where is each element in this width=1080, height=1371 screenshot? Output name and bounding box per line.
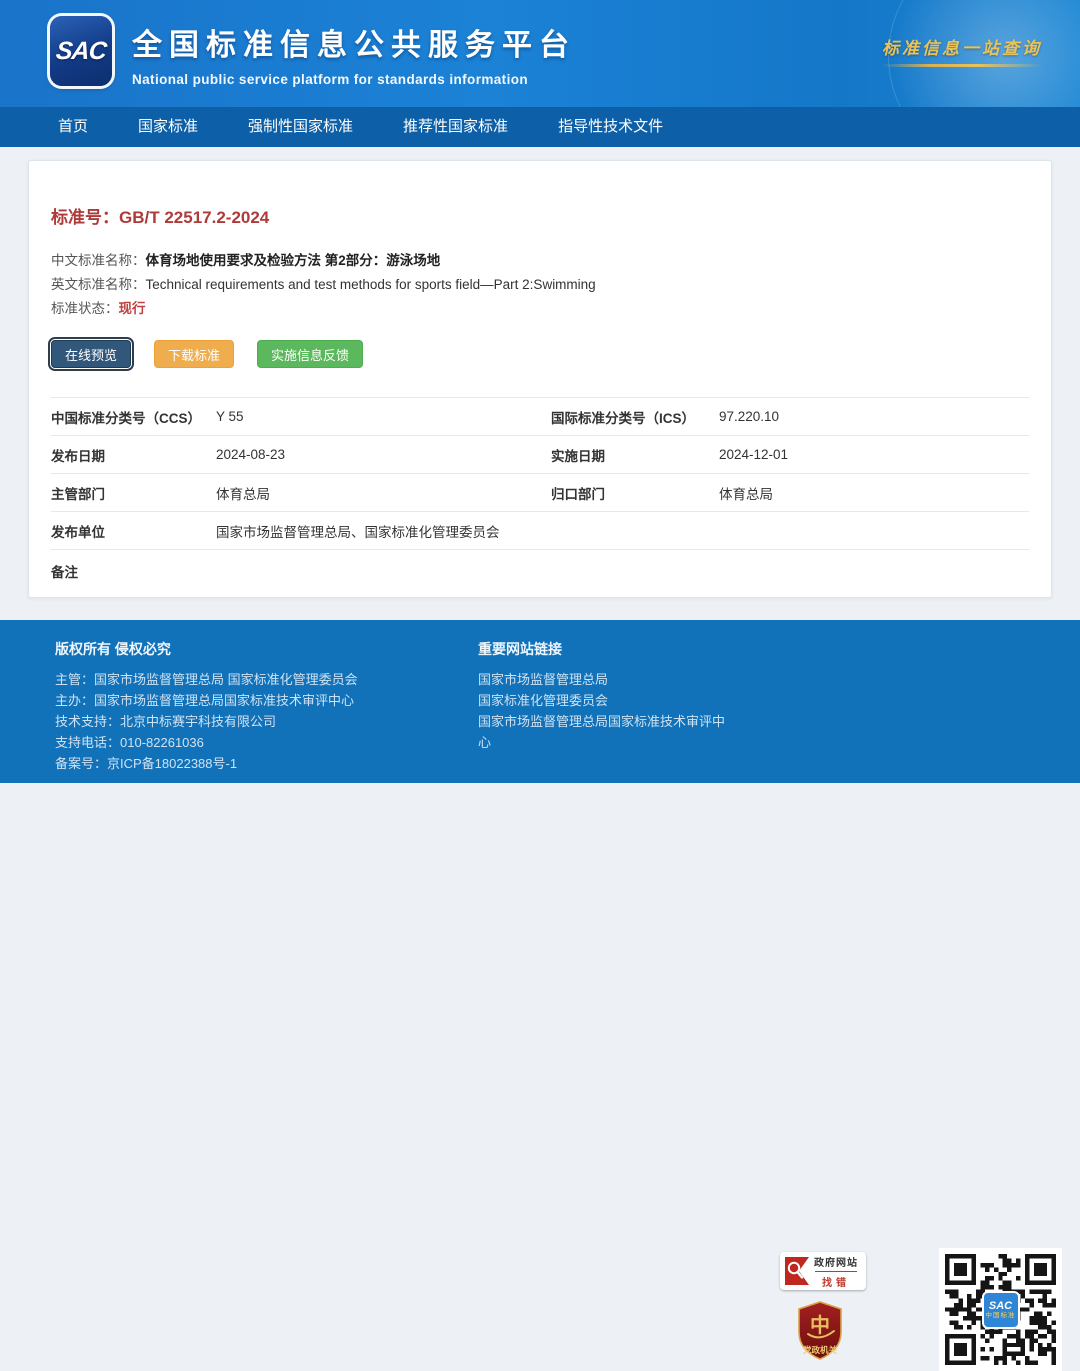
publish-date-label: 发布日期: [51, 445, 216, 465]
gov-badge-bottom-text: 找错: [811, 1274, 861, 1289]
gov-badge-divider: [815, 1271, 857, 1272]
footer-line-organizer: 主办：国家市场监督管理总局国家标准技术审评中心: [55, 690, 445, 711]
field-cn-name-value: 体育场地使用要求及检验方法 第2部分：游泳场地: [146, 253, 441, 268]
footer-line-icp: 备案号：京ICP备18022388号-1: [55, 753, 445, 774]
footer-link-review-center[interactable]: 国家市场监督管理总局国家标准技术审评中心: [478, 711, 728, 753]
standard-number: GB/T 22517.2-2024: [119, 208, 269, 227]
copyright-header: 版权所有 侵权必究: [55, 639, 445, 659]
standard-detail-card: 标准号：GB/T 22517.2-2024 中文标准名称：体育场地使用要求及检验…: [28, 160, 1052, 598]
party-gov-shield-badge[interactable]: 中 党政机关: [796, 1301, 844, 1361]
field-cn-name-label: 中文标准名称：: [51, 253, 146, 268]
footer-line-phone: 支持电话：010-82261036: [55, 732, 445, 753]
centralized-dept-label: 归口部门: [551, 483, 719, 503]
field-en-name-value: Technical requirements and test methods …: [146, 277, 596, 292]
online-preview-button[interactable]: 在线预览: [51, 340, 131, 368]
footer-link-sac[interactable]: 国家标准化管理委员会: [478, 690, 728, 711]
field-en-name: 英文标准名称：Technical requirements and test m…: [51, 273, 1029, 297]
svg-text:中: 中: [810, 1313, 830, 1337]
table-row-publisher: 发布单位 国家市场监督管理总局、国家标准化管理委员会: [51, 511, 1029, 549]
cell-ccs: 中国标准分类号（CCS） Y 55: [51, 407, 551, 427]
table-row-departments: 主管部门 体育总局 归口部门 体育总局: [51, 473, 1029, 511]
nav-item-home[interactable]: 首页: [40, 107, 106, 147]
cell-ics: 国际标准分类号（ICS） 97.220.10: [551, 407, 1029, 427]
centralized-dept-value: 体育总局: [719, 483, 773, 503]
notes-label: 备注: [51, 561, 216, 581]
sac-logo-text: SAC: [55, 37, 108, 66]
cell-centralized-dept: 归口部门 体育总局: [551, 483, 1029, 503]
status-badge: 现行: [119, 301, 146, 316]
implementation-feedback-button[interactable]: 实施信息反馈: [257, 340, 363, 368]
download-standard-button[interactable]: 下载标准: [154, 340, 234, 368]
qr-center-badge: SAC 中国标准: [982, 1291, 1020, 1329]
cell-publish-date: 发布日期 2024-08-23: [51, 445, 551, 465]
competent-dept-label: 主管部门: [51, 483, 216, 503]
footer-line-supervisor: 主管：国家市场监督管理总局 国家标准化管理委员会: [55, 669, 445, 690]
implement-date-value: 2024-12-01: [719, 447, 788, 462]
ccs-label: 中国标准分类号（CCS）: [51, 407, 216, 427]
publish-date-value: 2024-08-23: [216, 447, 551, 462]
footer-copyright-column: 版权所有 侵权必究 主管：国家市场监督管理总局 国家标准化管理委员会 主办：国家…: [55, 639, 445, 774]
standard-number-label: 标准号：: [51, 208, 119, 227]
table-row-notes: 备注: [51, 549, 1029, 601]
page-header: SAC 全国标准信息公共服务平台 National public service…: [0, 0, 1080, 107]
gov-badge-top-text: 政府网站: [811, 1254, 861, 1269]
slogan-underline: [882, 64, 1042, 67]
ics-value: 97.220.10: [719, 409, 779, 424]
magnifier-flag-icon: [783, 1256, 811, 1286]
shield-label-text: 党政机关: [803, 1345, 838, 1356]
table-row-classification: 中国标准分类号（CCS） Y 55 国际标准分类号（ICS） 97.220.10: [51, 397, 1029, 435]
qr-badge-cn-text: 中国标准: [986, 1312, 1016, 1320]
nav-item-national-standards[interactable]: 国家标准: [120, 107, 216, 147]
shield-icon: 中 党政机关: [796, 1301, 844, 1361]
field-status: 标准状态：现行: [51, 297, 1029, 321]
links-header: 重要网站链接: [478, 639, 728, 659]
standard-detail-table: 中国标准分类号（CCS） Y 55 国际标准分类号（ICS） 97.220.10…: [51, 397, 1029, 601]
site-subtitle: National public service platform for sta…: [132, 72, 576, 87]
header-slogan: 标准信息一站查询: [882, 34, 1042, 67]
standard-number-row: 标准号：GB/T 22517.2-2024: [51, 203, 1029, 228]
publisher-value: 国家市场监督管理总局、国家标准化管理委员会: [216, 521, 1029, 541]
footer-link-samr[interactable]: 国家市场监督管理总局: [478, 669, 728, 690]
nav-item-guiding-documents[interactable]: 指导性技术文件: [540, 107, 681, 147]
action-buttons: 在线预览 下载标准 实施信息反馈: [51, 340, 1029, 368]
standard-fields: 中文标准名称：体育场地使用要求及检验方法 第2部分：游泳场地 英文标准名称：Te…: [51, 249, 1029, 321]
footer-links-column: 重要网站链接 国家市场监督管理总局 国家标准化管理委员会 国家市场监督管理总局国…: [478, 639, 728, 753]
page-footer: 版权所有 侵权必究 主管：国家市场监督管理总局 国家标准化管理委员会 主办：国家…: [0, 620, 1080, 783]
competent-dept-value: 体育总局: [216, 483, 551, 503]
qr-code: SAC 中国标准: [939, 1248, 1062, 1371]
header-titles: 全国标准信息公共服务平台 National public service pla…: [132, 20, 576, 87]
gov-website-error-badge[interactable]: 政府网站 找错: [780, 1252, 866, 1290]
main-nav: 首页 国家标准 强制性国家标准 推荐性国家标准 指导性技术文件: [0, 107, 1080, 147]
sac-logo[interactable]: SAC: [50, 16, 112, 86]
nav-item-mandatory-standards[interactable]: 强制性国家标准: [230, 107, 371, 147]
site-title: 全国标准信息公共服务平台: [132, 20, 576, 64]
implement-date-label: 实施日期: [551, 445, 719, 465]
gov-badge-texts: 政府网站 找错: [811, 1254, 861, 1289]
field-en-name-label: 英文标准名称：: [51, 277, 146, 292]
qr-badge-sac-text: SAC: [989, 1300, 1012, 1312]
ccs-value: Y 55: [216, 409, 551, 424]
cell-implement-date: 实施日期 2024-12-01: [551, 445, 1029, 465]
footer-line-tech-support: 技术支持：北京中标赛宇科技有限公司: [55, 711, 445, 732]
publisher-label: 发布单位: [51, 521, 216, 541]
ics-label: 国际标准分类号（ICS）: [551, 407, 719, 427]
slogan-text: 标准信息一站查询: [882, 34, 1042, 59]
cell-competent-dept: 主管部门 体育总局: [51, 483, 551, 503]
nav-item-recommended-standards[interactable]: 推荐性国家标准: [385, 107, 526, 147]
field-status-label: 标准状态：: [51, 301, 119, 316]
field-cn-name: 中文标准名称：体育场地使用要求及检验方法 第2部分：游泳场地: [51, 249, 1029, 273]
table-row-dates: 发布日期 2024-08-23 实施日期 2024-12-01: [51, 435, 1029, 473]
